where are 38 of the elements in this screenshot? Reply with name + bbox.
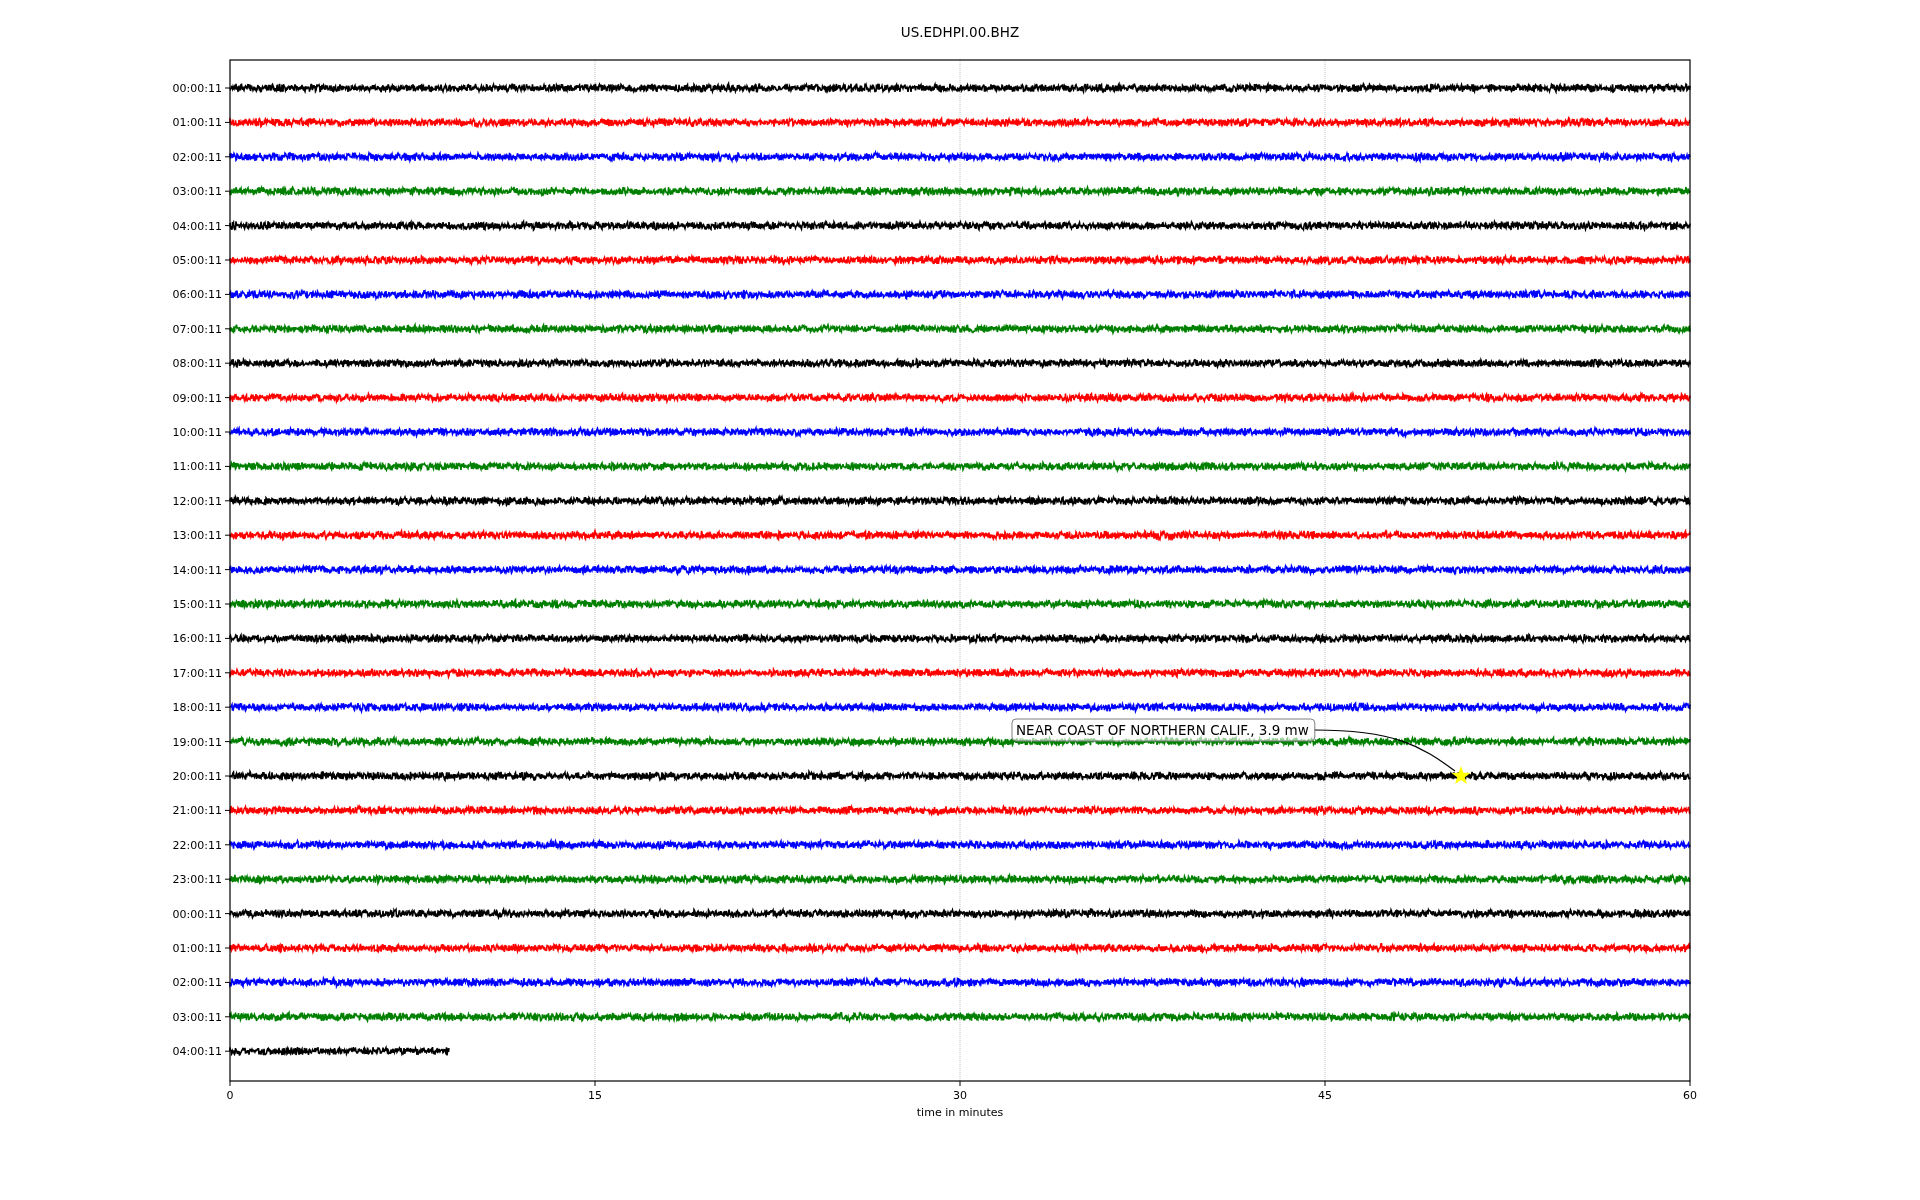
time-label: 10:00:11 — [172, 426, 222, 439]
time-label: 09:00:11 — [172, 391, 222, 405]
time-label: 22:00:11 — [172, 838, 222, 852]
time-label: 11:00:11 — [172, 460, 222, 474]
time-label: 17:00:11 — [172, 666, 222, 680]
x-tick-label: 15 — [588, 1089, 602, 1102]
time-label: 00:00:11 — [172, 82, 222, 95]
time-label: 03:00:11 — [172, 185, 222, 199]
time-label: 04:00:11 — [172, 1045, 222, 1059]
time-label: 06:00:11 — [172, 288, 222, 302]
time-label: 14:00:11 — [172, 563, 222, 577]
time-label: 12:00:11 — [172, 494, 222, 508]
time-label: 03:00:11 — [172, 1010, 222, 1024]
time-label: 05:00:11 — [172, 254, 222, 267]
x-tick-label: 60 — [1683, 1089, 1697, 1102]
time-label: 00:00:11 — [172, 907, 222, 921]
time-label: 07:00:11 — [172, 322, 222, 336]
chart-title: US.EDHPI.00.BHZ — [900, 23, 1020, 42]
x-tick-label: 0 — [226, 1089, 234, 1102]
x-tick-label: 45 — [1318, 1089, 1332, 1102]
time-label: 13:00:11 — [172, 529, 222, 543]
time-label: 15:00:11 — [172, 598, 222, 611]
time-label: 08:00:11 — [172, 357, 222, 371]
annotation-label: NEAR COAST OF NORTHERN CALIF., 3.9 mw — [1011, 718, 1316, 742]
star-icon — [1451, 766, 1471, 785]
time-label: 04:00:11 — [172, 219, 222, 233]
time-label: 18:00:11 — [172, 701, 222, 715]
time-label: 01:00:11 — [172, 942, 222, 955]
time-label: 02:00:11 — [172, 976, 222, 990]
time-label: 01:00:11 — [172, 116, 222, 130]
time-label: 20:00:11 — [172, 770, 222, 783]
time-label: 02:00:11 — [172, 150, 222, 164]
x-tick-label: 30 — [953, 1089, 967, 1102]
time-label: 23:00:11 — [172, 873, 222, 887]
axis-label: time in minutes — [916, 1106, 1004, 1119]
time-label: 21:00:11 — [172, 804, 222, 818]
time-label: 16:00:11 — [172, 632, 222, 646]
time-label: 19:00:11 — [172, 735, 222, 749]
